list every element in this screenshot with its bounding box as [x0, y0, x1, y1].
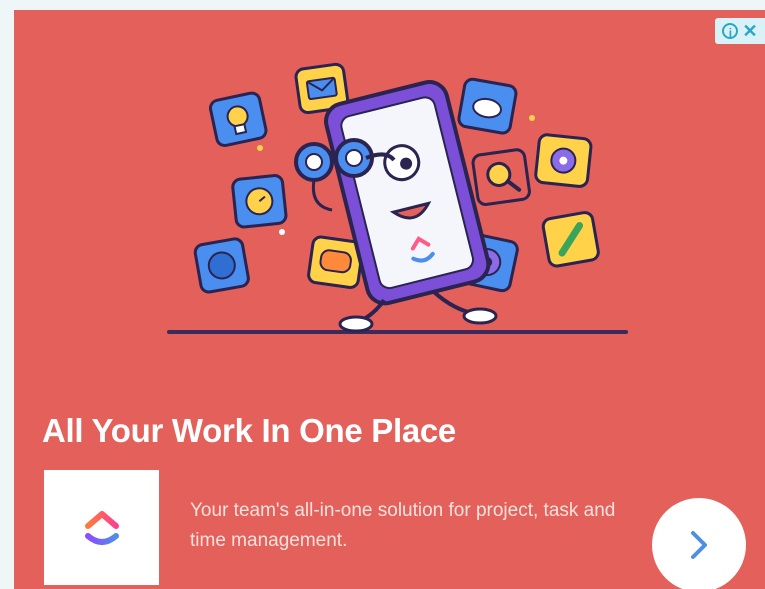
- next-button[interactable]: [652, 498, 746, 589]
- app-icon-globe: [193, 237, 250, 294]
- app-icon-flower: [534, 133, 593, 188]
- app-icon-clock: [231, 174, 288, 229]
- app-icon-pencil: [541, 211, 600, 268]
- ad-banner[interactable]: i ✕ All Your Work In One Place Your team…: [14, 10, 765, 589]
- info-icon[interactable]: i: [722, 23, 739, 40]
- app-mascot-illustration: [167, 62, 628, 334]
- adchoices-badge[interactable]: i ✕: [715, 18, 765, 44]
- advertiser-logo[interactable]: [44, 470, 159, 585]
- ad-description: Your team's all-in-one solution for proj…: [190, 500, 616, 551]
- close-icon[interactable]: ✕: [742, 22, 757, 40]
- app-icon-search: [471, 148, 531, 206]
- chevron-right-icon: [691, 531, 707, 559]
- app-icon-cloud: [457, 77, 518, 135]
- ad-headline: All Your Work In One Place: [42, 412, 456, 449]
- clickup-logo-icon: [84, 510, 119, 545]
- app-icon-lightbulb: [208, 91, 268, 148]
